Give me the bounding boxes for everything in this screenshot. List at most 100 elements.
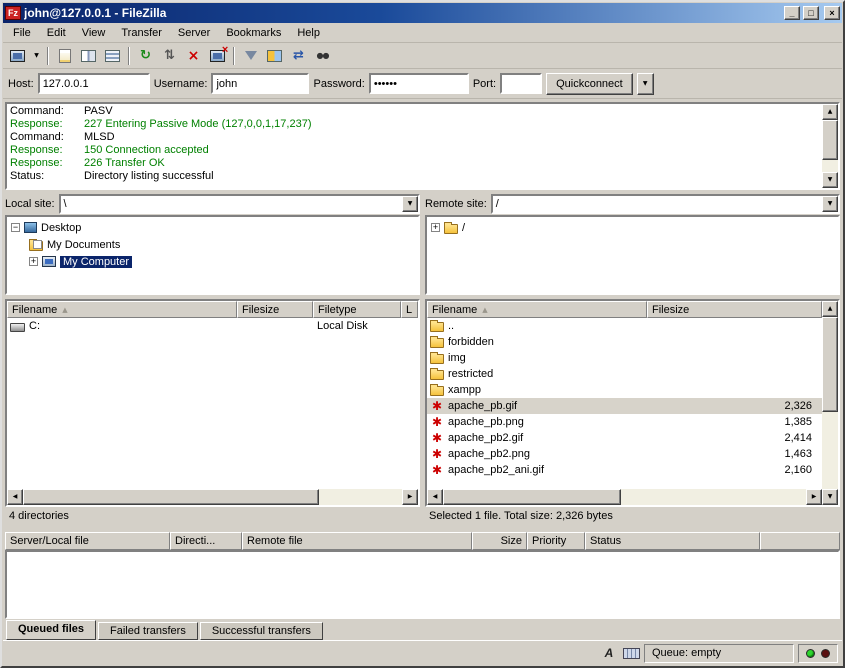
header-label: Filename — [12, 304, 57, 316]
menu-file[interactable]: File — [5, 25, 39, 41]
local-site-combo[interactable]: \ ▼ — [59, 194, 420, 214]
tree-item-desktop[interactable]: − Desktop — [9, 219, 416, 236]
local-file-row[interactable]: C: Local Disk — [7, 318, 418, 334]
scroll-down-button[interactable]: ▼ — [822, 489, 838, 505]
file-name: C: — [29, 320, 40, 332]
column-header-filesize[interactable]: Filesize — [237, 301, 313, 318]
scroll-down-button[interactable]: ▼ — [822, 172, 838, 188]
username-input[interactable] — [211, 73, 309, 94]
file-name-cell: img — [427, 352, 647, 364]
remote-site-combo[interactable]: / ▼ — [491, 194, 840, 214]
tab-successful-transfers[interactable]: Successful transfers — [200, 622, 323, 640]
message-log-toggle[interactable] — [53, 45, 76, 66]
refresh-button[interactable]: ↻ — [134, 45, 157, 66]
remote-file-row[interactable]: ✱apache_pb2.gif2,414 — [427, 430, 822, 446]
cancel-button[interactable]: × — [182, 45, 205, 66]
quickconnect-button[interactable]: Quickconnect — [546, 73, 633, 95]
minimize-button[interactable]: _ — [784, 6, 800, 20]
remote-pane: Remote site: / ▼ + / Filename▲ Filesize — [425, 193, 840, 526]
tree-item-my-computer[interactable]: + My Computer — [9, 253, 416, 270]
arrow-up-icon: ▲ — [828, 306, 833, 312]
file-type-cell: Local Disk — [313, 320, 401, 332]
remote-file-list: Filename▲ Filesize .. forbidden img rest… — [425, 299, 840, 507]
menu-edit[interactable]: Edit — [39, 25, 74, 41]
site-manager-button[interactable] — [6, 45, 29, 66]
scroll-up-button[interactable]: ▲ — [822, 301, 838, 317]
green-led-icon — [806, 649, 815, 658]
site-manager-dropdown[interactable]: ▼ — [30, 45, 43, 66]
queue-column-server-local[interactable]: Server/Local file — [5, 532, 170, 550]
disconnect-button[interactable] — [206, 45, 229, 66]
queue-column-priority[interactable]: Priority — [527, 532, 585, 550]
scroll-right-button[interactable]: ▶ — [806, 489, 822, 505]
remote-file-row[interactable]: forbidden — [427, 334, 822, 350]
remote-file-row[interactable]: ✱apache_pb2.png1,463 — [427, 446, 822, 462]
connection-indicator-panel — [798, 644, 838, 663]
menu-server[interactable]: Server — [170, 25, 218, 41]
tree-item-my-documents[interactable]: My Documents — [9, 236, 416, 253]
scrollbar-thumb[interactable] — [443, 489, 621, 505]
remote-file-row-selected[interactable]: ✱apache_pb.gif2,326 — [427, 398, 822, 414]
menu-help[interactable]: Help — [289, 25, 328, 41]
scrollbar-thumb[interactable] — [822, 120, 838, 160]
column-header-filesize[interactable]: Filesize — [647, 301, 822, 318]
menu-view[interactable]: View — [74, 25, 114, 41]
queue-column-status[interactable]: Status — [585, 532, 760, 550]
local-site-dropdown[interactable]: ▼ — [402, 196, 418, 212]
queue-view-toggle[interactable] — [101, 45, 124, 66]
remote-file-row[interactable]: ✱apache_pb2_ani.gif2,160 — [427, 462, 822, 478]
quickconnect-dropdown[interactable]: ▼ — [637, 73, 654, 95]
sync-browse-button[interactable]: ⇄ — [287, 45, 310, 66]
remote-site-path: / — [493, 198, 822, 210]
maximize-button[interactable]: □ — [803, 6, 819, 20]
remote-file-row[interactable]: xampp — [427, 382, 822, 398]
scroll-left-button[interactable]: ◀ — [7, 489, 23, 505]
column-header-filename[interactable]: Filename▲ — [7, 301, 237, 318]
find-files-button[interactable]: ●● — [311, 45, 334, 66]
header-label: Filetype — [318, 304, 357, 316]
title-bar[interactable]: Fz john@127.0.0.1 - FileZilla _ □ × — [3, 3, 842, 23]
close-button[interactable]: × — [824, 6, 840, 20]
tab-failed-transfers[interactable]: Failed transfers — [98, 622, 198, 640]
process-queue-button[interactable]: ⇅ — [158, 45, 181, 66]
remote-file-row[interactable]: restricted — [427, 366, 822, 382]
queue-column-size[interactable]: Size — [472, 532, 527, 550]
sync-icon: ⇄ — [293, 49, 304, 62]
folder-icon — [444, 224, 458, 234]
scrollbar-thumb[interactable] — [822, 317, 838, 412]
queue-status-text: Queue: empty — [652, 647, 721, 659]
expand-icon[interactable]: + — [431, 223, 440, 232]
menu-transfer[interactable]: Transfer — [113, 25, 170, 41]
scrollbar-thumb[interactable] — [23, 489, 319, 505]
quickconnect-bar: Host: Username: Password: Port: Quickcon… — [3, 69, 842, 99]
remote-status-text: Selected 1 file. Total size: 2,326 bytes — [425, 507, 840, 526]
column-header-filetype[interactable]: Filetype — [313, 301, 401, 318]
remote-file-row[interactable]: ✱apache_pb.png1,385 — [427, 414, 822, 430]
remote-site-dropdown[interactable]: ▼ — [822, 196, 838, 212]
remote-file-row[interactable]: img — [427, 350, 822, 366]
queue-column-remote-file[interactable]: Remote file — [242, 532, 472, 550]
scroll-up-button[interactable]: ▲ — [822, 104, 838, 120]
port-input[interactable] — [500, 73, 542, 94]
log-line: Command:PASV — [10, 105, 819, 118]
queue-list[interactable] — [5, 550, 840, 619]
tree-item-root[interactable]: + / — [429, 219, 836, 236]
expand-icon[interactable]: + — [29, 257, 38, 266]
tab-queued-files[interactable]: Queued files — [6, 620, 96, 640]
scroll-right-button[interactable]: ▶ — [402, 489, 418, 505]
password-input[interactable] — [369, 73, 469, 94]
column-header-lastmodified[interactable]: L — [401, 301, 418, 318]
queue-column-direction[interactable]: Directi... — [170, 532, 242, 550]
collapse-icon[interactable]: − — [11, 223, 20, 232]
remote-file-rows: .. forbidden img restricted xampp ✱apach… — [427, 318, 822, 489]
window-title: john@127.0.0.1 - FileZilla — [24, 6, 781, 20]
tree-view-toggle[interactable] — [77, 45, 100, 66]
filter-button[interactable] — [239, 45, 262, 66]
remote-file-row[interactable]: .. — [427, 318, 822, 334]
menu-bookmarks[interactable]: Bookmarks — [218, 25, 289, 41]
compare-button[interactable] — [263, 45, 286, 66]
host-input[interactable] — [38, 73, 150, 94]
my-documents-icon — [29, 241, 43, 251]
scroll-left-button[interactable]: ◀ — [427, 489, 443, 505]
column-header-filename[interactable]: Filename▲ — [427, 301, 647, 318]
